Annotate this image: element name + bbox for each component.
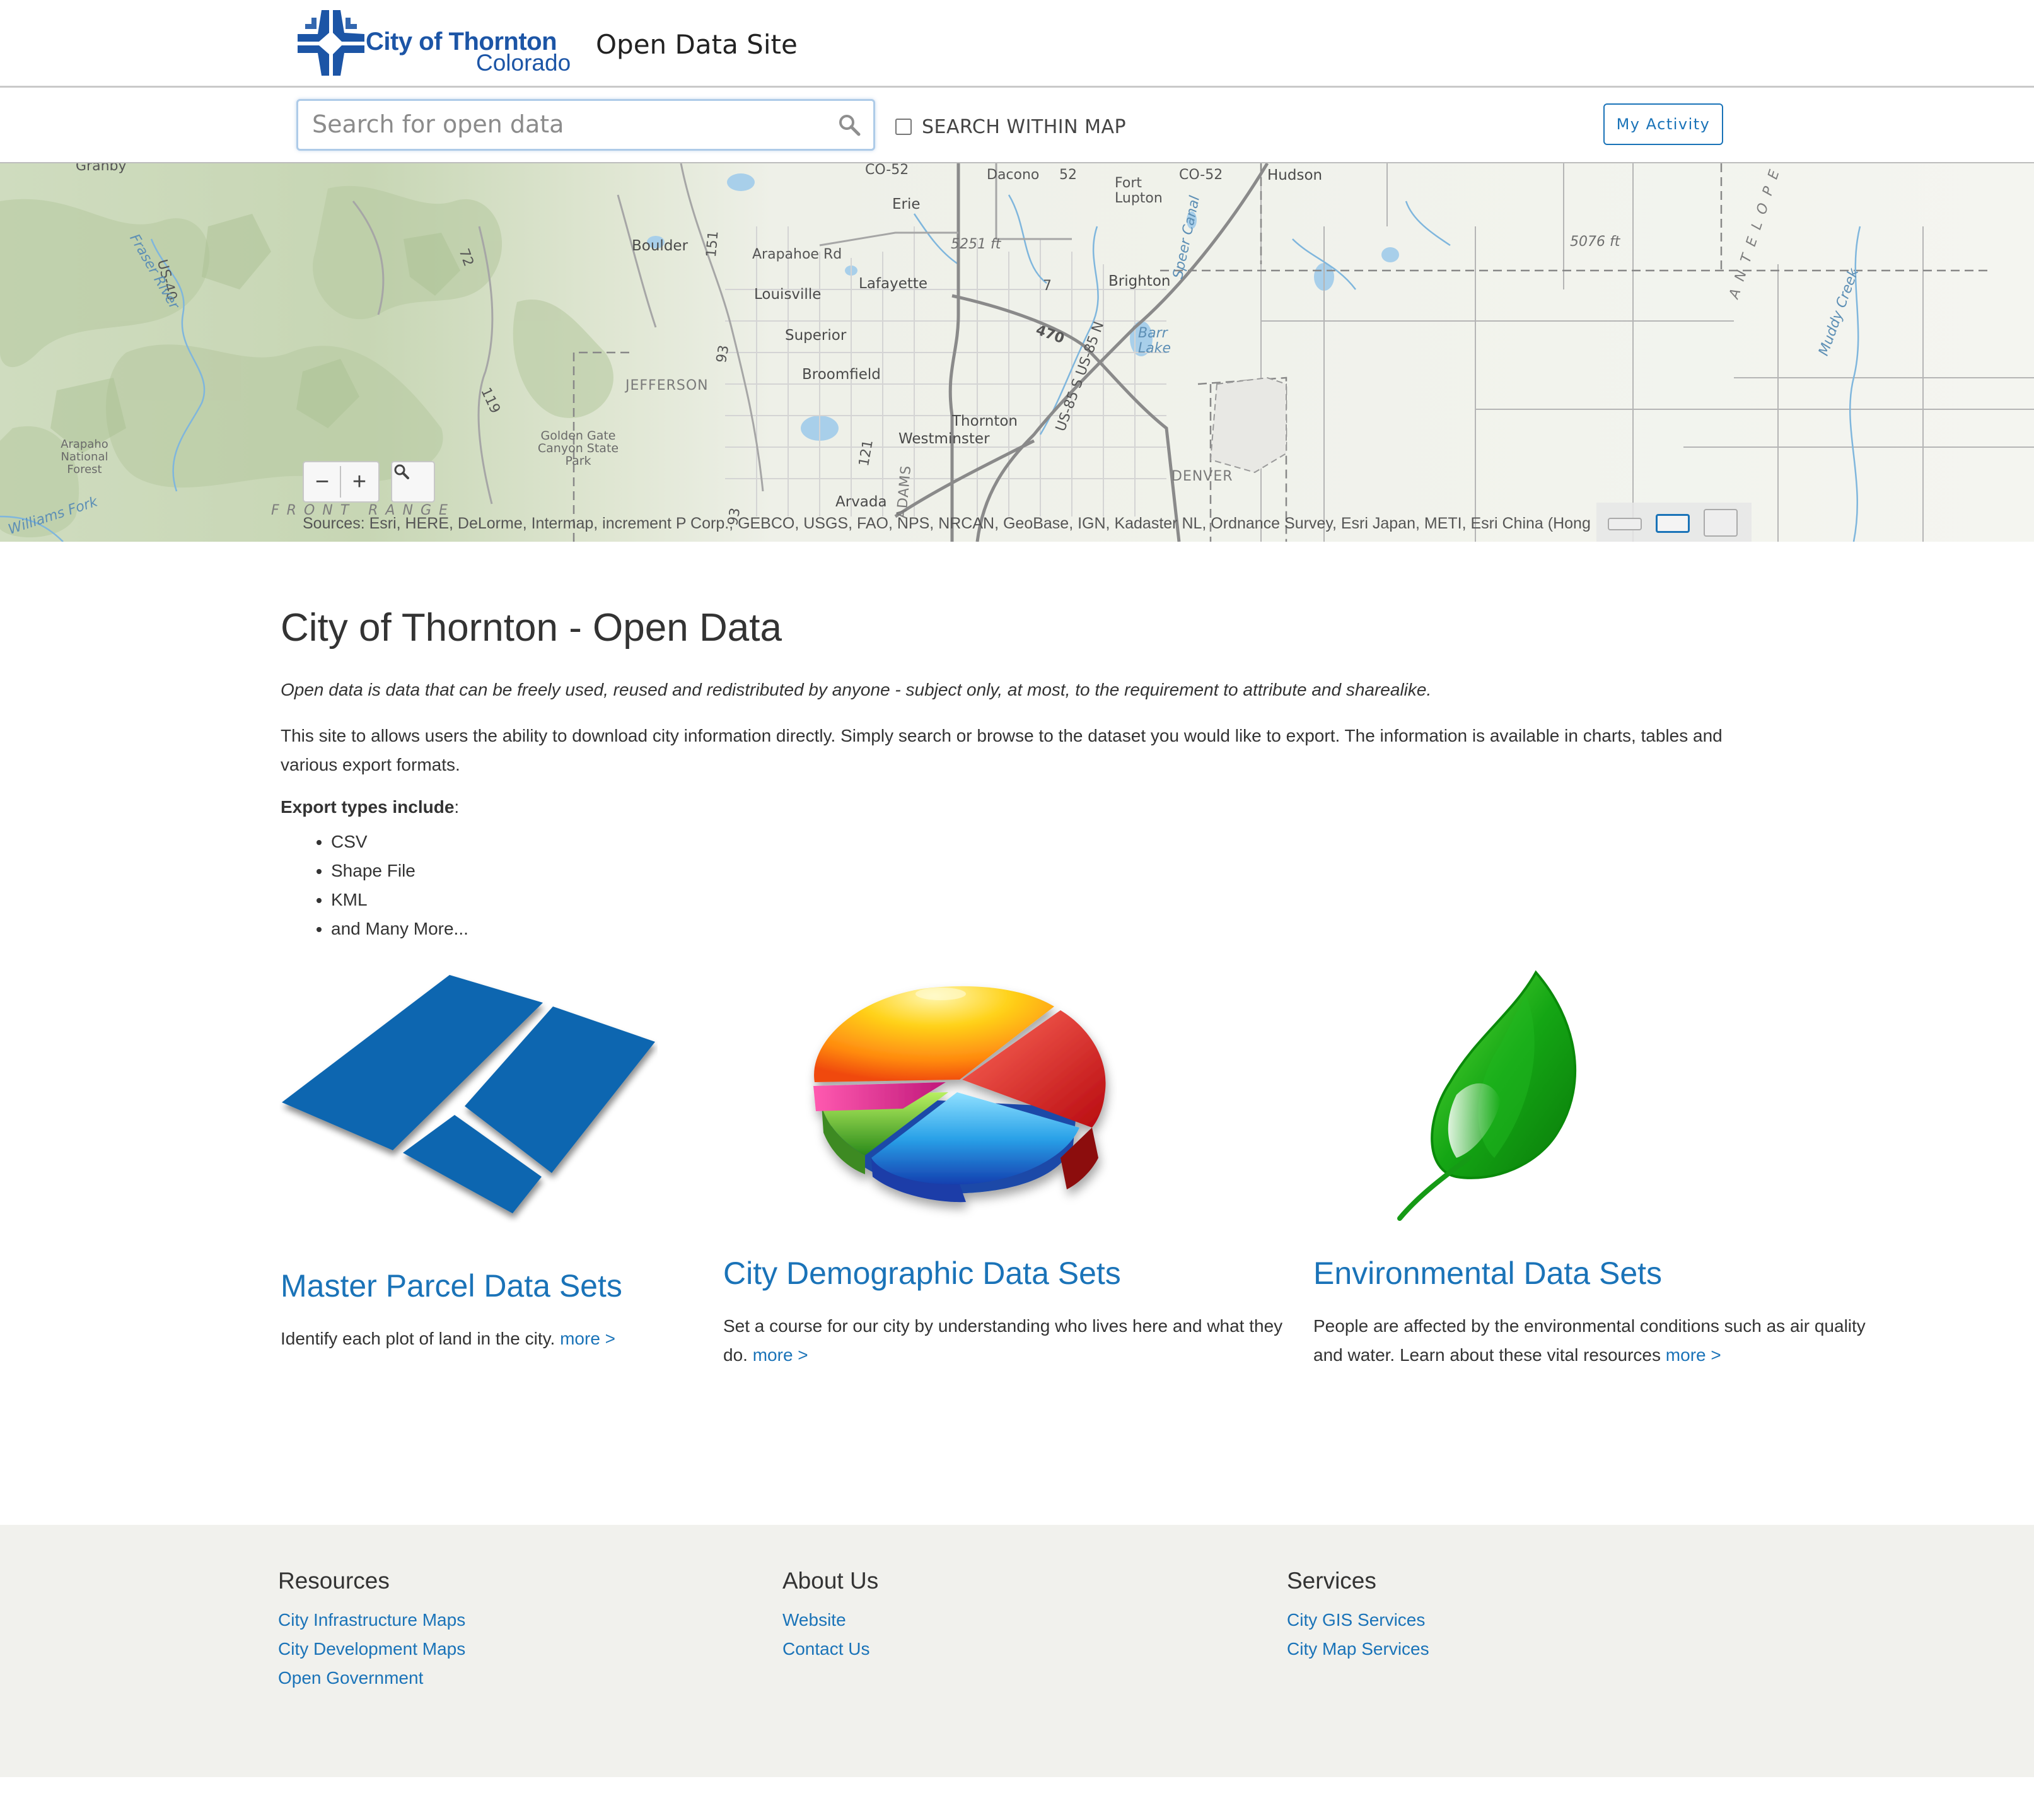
map-attribution: Sources: Esri, HERE, DeLorme, Intermap, … — [303, 515, 1595, 532]
map-label-elevation-1: 5251 ft — [951, 236, 1001, 252]
export-type-item: KML — [331, 885, 468, 914]
environmental-leaf-image[interactable] — [1387, 969, 1595, 1221]
demographic-card-title[interactable]: City Demographic Data Sets — [723, 1255, 1121, 1292]
map-view[interactable]: CO-52 Dacono 52 Fort Lupton CO-52 Hudson… — [0, 163, 2034, 542]
footer-about: About Us Website Contact Us — [782, 1568, 1161, 1664]
search-within-map-toggle[interactable]: SEARCH WITHIN MAP — [895, 114, 1126, 139]
footer-link-development-maps[interactable]: City Development Maps — [278, 1635, 656, 1664]
map-label-lafayette: Lafayette — [859, 276, 928, 292]
map-label-denver: DENVER — [1171, 469, 1233, 484]
search-box — [296, 99, 875, 151]
map-label-arapaho-nf: Arapaho National Forest — [61, 438, 108, 476]
map-label-7: 7 — [1043, 278, 1052, 294]
export-types-title: Export types include — [281, 797, 455, 817]
map-label-elevation-2: 5076 ft — [1570, 234, 1620, 250]
zoom-in-button[interactable]: + — [341, 462, 378, 501]
export-types-list: CSV Shape File KML and Many More... — [281, 827, 468, 943]
demographic-more-link[interactable]: more > — [753, 1345, 808, 1365]
map-label-thornton: Thornton — [952, 413, 1018, 429]
map-label-arapahoe-rd: Arapahoe Rd — [752, 247, 842, 262]
footer-link-infrastructure-maps[interactable]: City Infrastructure Maps — [278, 1606, 656, 1635]
footer-services: Services City GIS Services City Map Serv… — [1287, 1568, 1665, 1664]
footer-link-open-government[interactable]: Open Government — [278, 1664, 656, 1693]
export-type-item: Shape File — [331, 856, 468, 885]
demographic-pie-image[interactable] — [802, 969, 1117, 1221]
export-types-colon: : — [454, 797, 460, 817]
zoom-out-button[interactable]: − — [304, 462, 340, 501]
footer-resources: Resources City Infrastructure Maps City … — [278, 1568, 656, 1693]
environmental-card-text: People are affected by the environmental… — [1313, 1312, 1893, 1370]
parcel-card-description: Identify each plot of land in the city. — [281, 1329, 555, 1348]
site-title[interactable]: Open Data Site — [596, 29, 798, 60]
search-icon[interactable] — [837, 112, 862, 137]
footer-link-gis-services[interactable]: City GIS Services — [1287, 1606, 1665, 1635]
map-label-co52-east: CO-52 — [1179, 167, 1223, 183]
map-label-93: 93 — [714, 344, 733, 365]
map-label-co52: CO-52 — [865, 163, 909, 178]
footer-link-website[interactable]: Website — [782, 1606, 1161, 1635]
map-zoom-control: − + — [303, 461, 380, 503]
parcel-data-image[interactable] — [279, 971, 658, 1223]
map-label-jefferson: JEFFERSON — [625, 378, 709, 394]
map-label-dacono: Dacono — [987, 167, 1040, 183]
parcel-more-link[interactable]: more > — [560, 1329, 615, 1348]
description-text: This site to allows users the ability to… — [281, 726, 1723, 774]
map-label-hudson: Hudson — [1267, 167, 1323, 184]
map-label-westminster: Westminster — [898, 431, 990, 447]
map-label-louisville: Louisville — [754, 286, 822, 303]
environmental-card-description: People are affected by the environmental… — [1313, 1316, 1866, 1365]
map-label-superior: Superior — [785, 327, 847, 344]
basemap-option-3[interactable] — [1704, 509, 1738, 537]
search-input[interactable] — [312, 106, 829, 143]
environmental-more-link[interactable]: more > — [1666, 1345, 1721, 1365]
map-label-151: 151 — [704, 230, 722, 259]
search-within-map-checkbox[interactable] — [895, 119, 912, 135]
map-search-icon — [394, 464, 409, 479]
map-label-granby: Granby — [76, 163, 127, 174]
basemap-option-2[interactable] — [1656, 514, 1690, 533]
footer-resources-title: Resources — [278, 1568, 390, 1594]
page-title: City of Thornton - Open Data — [281, 606, 782, 650]
map-label-boulder: Boulder — [632, 238, 689, 254]
parcel-card-text: Identify each plot of land in the city. … — [281, 1324, 690, 1353]
parcel-card-title[interactable]: Master Parcel Data Sets — [281, 1268, 622, 1304]
map-label-52: 52 — [1059, 167, 1077, 183]
logo-state-name: Colorado — [476, 50, 571, 76]
footer-link-map-services[interactable]: City Map Services — [1287, 1635, 1665, 1664]
map-label-golden-gate: Golden Gate Canyon State Park — [537, 429, 619, 468]
export-type-item: and Many More... — [331, 914, 468, 943]
city-logo[interactable]: City of Thornton Colorado — [296, 9, 574, 78]
map-label-barr-lake: Barr Lake — [1138, 325, 1171, 356]
site-header: City of Thornton Colorado Open Data Site — [0, 0, 2034, 88]
map-label-erie: Erie — [892, 196, 921, 213]
map-label-broomfield: Broomfield — [802, 366, 881, 383]
map-label-arvada: Arvada — [835, 494, 887, 510]
intro-text: Open data is data that can be freely use… — [281, 680, 1432, 699]
map-label-brighton: Brighton — [1108, 273, 1171, 289]
export-type-item: CSV — [331, 827, 468, 856]
demographic-card-text: Set a course for our city by understandi… — [723, 1312, 1291, 1370]
map-label-fort-lupton: Fort Lupton — [1115, 175, 1163, 206]
city-logo-mark-icon — [298, 10, 364, 76]
environmental-card-title[interactable]: Environmental Data Sets — [1313, 1255, 1662, 1292]
site-footer: Resources City Infrastructure Maps City … — [0, 1525, 2034, 1777]
search-within-map-label: SEARCH WITHIN MAP — [922, 115, 1127, 138]
export-types-heading: Export types include: — [281, 797, 459, 817]
basemap-option-1[interactable] — [1608, 518, 1642, 530]
basemap-switcher — [1596, 503, 1752, 542]
footer-link-contact-us[interactable]: Contact Us — [782, 1635, 1161, 1664]
map-search-button[interactable] — [391, 461, 435, 503]
footer-services-title: Services — [1287, 1568, 1376, 1594]
my-activity-button[interactable]: My Activity — [1603, 103, 1723, 145]
footer-about-title: About Us — [782, 1568, 879, 1594]
search-bar: SEARCH WITHIN MAP My Activity — [0, 88, 2034, 163]
